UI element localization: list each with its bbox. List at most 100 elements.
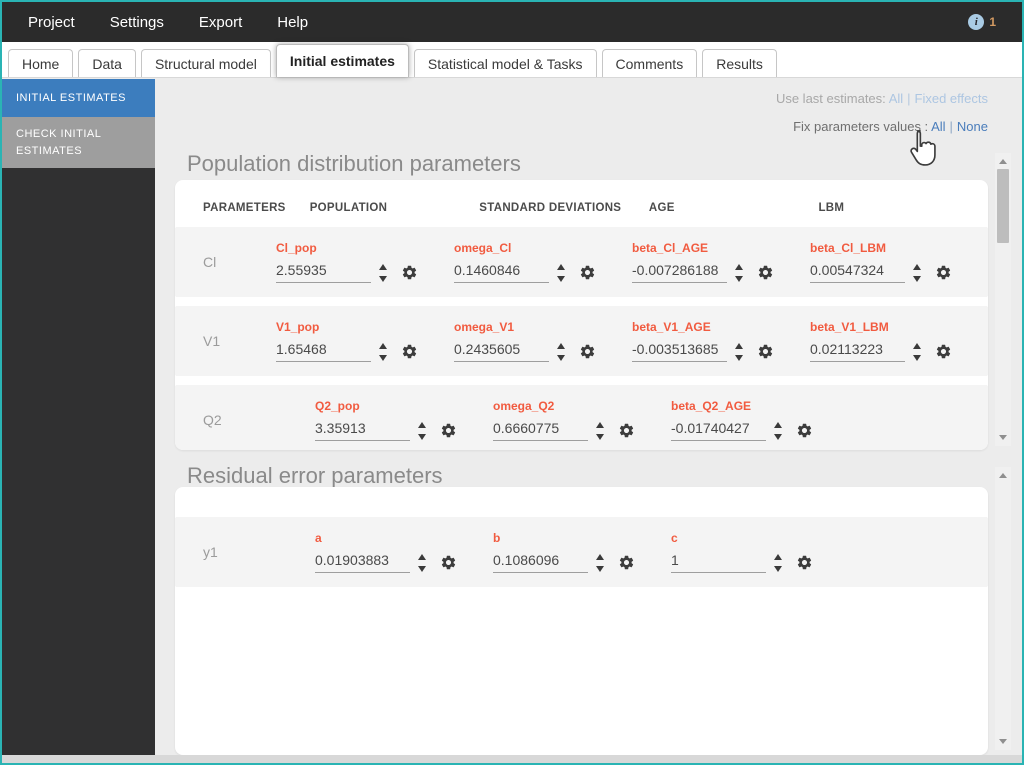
gear-icon[interactable] bbox=[757, 343, 774, 360]
row-cells: V1_pop omega_V1 bbox=[276, 320, 988, 362]
stepper-up-icon[interactable] bbox=[418, 422, 426, 428]
stepper-down-icon[interactable] bbox=[418, 434, 426, 440]
gear-icon[interactable] bbox=[440, 422, 457, 439]
parameter-input[interactable] bbox=[315, 552, 410, 573]
gear-icon[interactable] bbox=[579, 264, 596, 281]
stepper-up-icon[interactable] bbox=[379, 264, 387, 270]
parameter-input[interactable] bbox=[632, 262, 727, 283]
tab-comments[interactable]: Comments bbox=[602, 49, 698, 77]
gear-icon[interactable] bbox=[935, 343, 952, 360]
scroll-up-icon[interactable] bbox=[999, 473, 1007, 478]
gear-icon[interactable] bbox=[440, 554, 457, 571]
menu-item-settings[interactable]: Settings bbox=[110, 14, 164, 31]
link-all[interactable]: All bbox=[889, 91, 903, 106]
gear-icon[interactable] bbox=[796, 422, 813, 439]
value-stepper[interactable] bbox=[913, 264, 921, 282]
stepper-up-icon[interactable] bbox=[557, 343, 565, 349]
link-all[interactable]: All bbox=[931, 119, 945, 134]
value-stepper[interactable] bbox=[379, 264, 387, 282]
stepper-up-icon[interactable] bbox=[913, 343, 921, 349]
tab-home[interactable]: Home bbox=[8, 49, 73, 77]
value-stepper[interactable] bbox=[735, 264, 743, 282]
value-stepper[interactable] bbox=[913, 343, 921, 361]
menu-item-project[interactable]: Project bbox=[28, 14, 75, 31]
value-stepper[interactable] bbox=[418, 422, 426, 440]
stepper-down-icon[interactable] bbox=[735, 276, 743, 282]
value-stepper[interactable] bbox=[557, 343, 565, 361]
stepper-up-icon[interactable] bbox=[418, 554, 426, 560]
stepper-down-icon[interactable] bbox=[379, 355, 387, 361]
value-stepper[interactable] bbox=[735, 343, 743, 361]
parameter-input[interactable] bbox=[671, 552, 766, 573]
stepper-down-icon[interactable] bbox=[774, 434, 782, 440]
gear-icon[interactable] bbox=[618, 422, 635, 439]
parameter-input[interactable] bbox=[276, 341, 371, 362]
scrollbar-thumb[interactable] bbox=[997, 169, 1009, 243]
gear-icon[interactable] bbox=[401, 343, 418, 360]
stepper-down-icon[interactable] bbox=[774, 566, 782, 572]
tab-results[interactable]: Results bbox=[702, 49, 777, 77]
tab-structural-model[interactable]: Structural model bbox=[141, 49, 271, 77]
parameter-input[interactable] bbox=[810, 262, 905, 283]
value-stepper[interactable] bbox=[379, 343, 387, 361]
stepper-down-icon[interactable] bbox=[379, 276, 387, 282]
gear-icon[interactable] bbox=[401, 264, 418, 281]
population-table-rows: Cl Cl_pop omega_Cl bbox=[175, 227, 988, 450]
parameter-input[interactable] bbox=[454, 341, 549, 362]
menu-item-help[interactable]: Help bbox=[277, 14, 308, 31]
link-fixed-effects[interactable]: Fixed effects bbox=[915, 91, 988, 106]
tab-data[interactable]: Data bbox=[78, 49, 136, 77]
value-stepper[interactable] bbox=[774, 554, 782, 572]
stepper-down-icon[interactable] bbox=[557, 355, 565, 361]
menu-items: Project Settings Export Help bbox=[28, 14, 308, 31]
gear-icon[interactable] bbox=[796, 554, 813, 571]
gear-icon[interactable] bbox=[757, 264, 774, 281]
stepper-down-icon[interactable] bbox=[735, 355, 743, 361]
stepper-down-icon[interactable] bbox=[557, 276, 565, 282]
info-icon[interactable]: i bbox=[968, 14, 984, 30]
stepper-up-icon[interactable] bbox=[379, 343, 387, 349]
tab-initial-estimates[interactable]: Initial estimates bbox=[276, 44, 409, 77]
parameter-input[interactable] bbox=[493, 552, 588, 573]
value-stepper[interactable] bbox=[418, 554, 426, 572]
scroll-up-icon[interactable] bbox=[999, 159, 1007, 164]
value-stepper[interactable] bbox=[774, 422, 782, 440]
stepper-up-icon[interactable] bbox=[913, 264, 921, 270]
stepper-up-icon[interactable] bbox=[774, 422, 782, 428]
link-none[interactable]: None bbox=[957, 119, 988, 134]
tab-statistical-model-tasks[interactable]: Statistical model & Tasks bbox=[414, 49, 597, 77]
stepper-down-icon[interactable] bbox=[913, 355, 921, 361]
scroll-down-icon[interactable] bbox=[999, 435, 1007, 440]
menu-item-export[interactable]: Export bbox=[199, 14, 242, 31]
stepper-down-icon[interactable] bbox=[418, 566, 426, 572]
value-stepper[interactable] bbox=[557, 264, 565, 282]
parameter-input[interactable] bbox=[632, 341, 727, 362]
population-scrollbar[interactable] bbox=[995, 153, 1011, 446]
stepper-up-icon[interactable] bbox=[596, 422, 604, 428]
value-stepper[interactable] bbox=[596, 554, 604, 572]
stepper-up-icon[interactable] bbox=[596, 554, 604, 560]
scroll-down-icon[interactable] bbox=[999, 739, 1007, 744]
stepper-up-icon[interactable] bbox=[735, 264, 743, 270]
parameter-input[interactable] bbox=[671, 420, 766, 441]
parameter-input[interactable] bbox=[454, 262, 549, 283]
cell-controls bbox=[493, 420, 671, 441]
gear-icon[interactable] bbox=[618, 554, 635, 571]
stepper-down-icon[interactable] bbox=[596, 434, 604, 440]
stepper-up-icon[interactable] bbox=[774, 554, 782, 560]
residual-scrollbar[interactable] bbox=[995, 467, 1011, 750]
stepper-up-icon[interactable] bbox=[735, 343, 743, 349]
sidebar-item-initial-estimates[interactable]: INITIAL ESTIMATES bbox=[2, 79, 155, 117]
cell-controls bbox=[276, 341, 454, 362]
parameter-input[interactable] bbox=[810, 341, 905, 362]
parameter-input[interactable] bbox=[315, 420, 410, 441]
parameter-input[interactable] bbox=[493, 420, 588, 441]
gear-icon[interactable] bbox=[935, 264, 952, 281]
stepper-down-icon[interactable] bbox=[596, 566, 604, 572]
stepper-up-icon[interactable] bbox=[557, 264, 565, 270]
sidebar-item-check-initial-estimates[interactable]: CHECK INITIAL ESTIMATES bbox=[2, 117, 155, 168]
parameter-input[interactable] bbox=[276, 262, 371, 283]
stepper-down-icon[interactable] bbox=[913, 276, 921, 282]
gear-icon[interactable] bbox=[579, 343, 596, 360]
value-stepper[interactable] bbox=[596, 422, 604, 440]
